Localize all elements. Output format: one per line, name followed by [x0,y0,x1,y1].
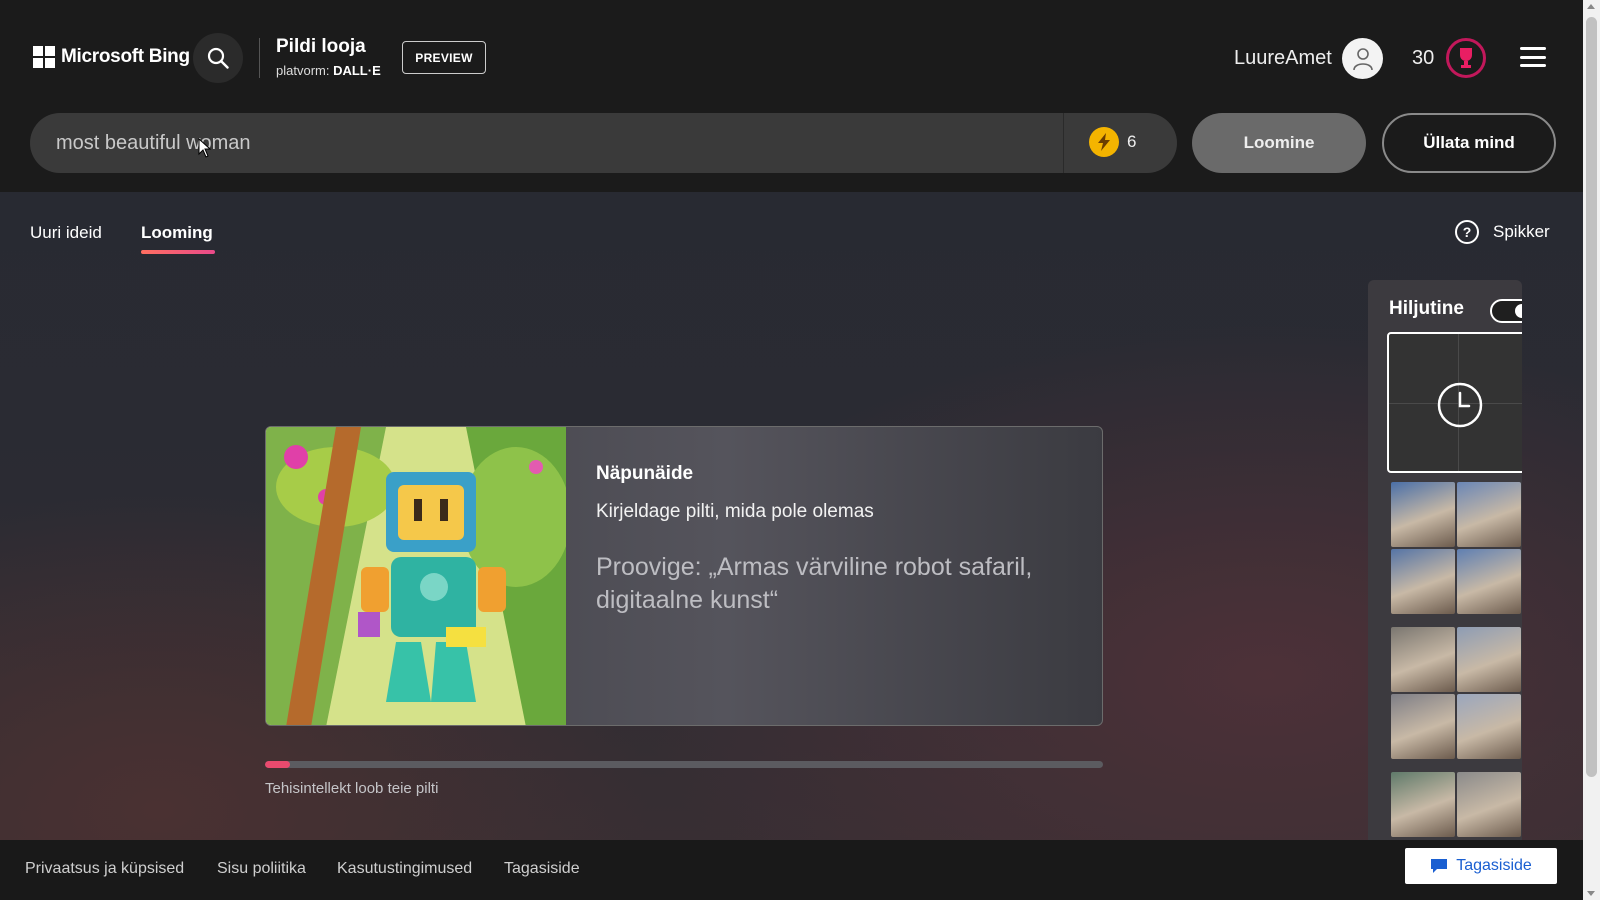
header-divider [259,38,260,78]
prompt-separator [1063,113,1064,173]
recent-creation-group[interactable] [1391,482,1522,614]
tip-card: Näpunäide Kirjeldage pilti, mida pole ol… [265,426,1103,726]
scroll-thumb[interactable] [1586,17,1597,777]
bing-logo[interactable]: Microsoft Bing [33,46,190,68]
user-avatar-icon [1352,47,1373,70]
scroll-up-arrow-icon[interactable] [1587,4,1595,9]
product-sub-prefix: platvorm: [276,63,330,78]
preview-badge[interactable]: PREVIEW [402,41,486,74]
lightning-icon [1089,127,1119,157]
help-label: Spikker [1493,222,1550,241]
recent-thumbnail[interactable] [1457,772,1521,837]
recent-thumbnail[interactable] [1391,482,1455,547]
footer: Privaatsus ja küpsised Sisu poliitika Ka… [0,840,1583,900]
app-viewport: Microsoft Bing Pildi looja platvorm: DAL… [0,0,1583,900]
boost-count: 6 [1127,132,1137,151]
scroll-down-arrow-icon[interactable] [1587,891,1595,896]
recent-thumbnail[interactable] [1391,627,1455,692]
recent-title: Hiljutine [1389,298,1464,319]
chat-icon [1431,859,1448,873]
tip-title: Näpunäide [596,463,694,484]
trophy-icon [1460,48,1472,68]
surprise-me-button[interactable]: Üllata mind [1382,113,1556,173]
tip-text: Kirjeldage pilti, mida pole olemas [596,501,874,522]
generation-progress-bar [265,761,1103,768]
mouse-cursor-icon [198,138,212,158]
tip-content: Näpunäide Kirjeldage pilti, mida pole ol… [596,463,1066,617]
tip-example: Proovige: „Armas värviline robot safaril… [596,553,1033,614]
recent-thumbnail[interactable] [1391,694,1455,759]
product-title-block: Pildi looja platvorm: DALL·E [276,36,381,78]
recent-creation-group[interactable] [1391,772,1522,837]
question-circle-icon: ? [1455,220,1479,244]
footer-link-content-policy[interactable]: Sisu poliitika [217,860,306,878]
pending-creation-tile[interactable] [1387,332,1522,473]
footer-link-privacy[interactable]: Privaatsus ja küpsised [25,860,184,878]
clock-icon [1437,382,1483,428]
rewards-badge[interactable] [1446,38,1486,78]
recent-thumbnail[interactable] [1457,694,1521,759]
avatar[interactable] [1342,38,1383,79]
product-subtitle: platvorm: DALL·E [276,63,381,78]
feedback-button[interactable]: Tagasiside [1405,848,1557,884]
hamburger-menu-icon[interactable] [1520,47,1546,67]
progress-label: Tehisintellekt loob teie pilti [265,780,439,797]
feedback-button-label: Tagasiside [1456,857,1532,874]
tab-creations[interactable]: Looming [141,223,213,243]
boost-indicator[interactable]: 6 [1089,127,1136,157]
recent-thumbnail[interactable] [1457,482,1521,547]
active-tab-underline [141,250,215,254]
recent-thumbnail[interactable] [1457,549,1521,614]
recent-thumbnail[interactable] [1391,549,1455,614]
recent-thumbnail[interactable] [1457,627,1521,692]
footer-link-terms[interactable]: Kasutustingimused [337,860,472,878]
rewards-points[interactable]: 30 [1412,47,1434,70]
recent-panel: Hiljutine [1368,280,1522,840]
header: Microsoft Bing Pildi looja platvorm: DAL… [0,0,1583,192]
tab-explore-ideas[interactable]: Uuri ideid [30,223,102,243]
brand-name: Microsoft Bing [61,46,190,67]
recent-toggle[interactable] [1490,299,1522,323]
recent-creation-group[interactable] [1391,627,1522,759]
user-name[interactable]: LuureAmet [1234,47,1332,70]
progress-fill [265,761,291,768]
windows-logo-icon [33,46,55,68]
search-button[interactable] [193,33,243,83]
search-icon [207,47,229,69]
footer-link-feedback[interactable]: Tagasiside [504,860,580,878]
toggle-knob [1515,304,1522,318]
help-link[interactable]: ? Spikker [1455,220,1550,244]
create-button[interactable]: Loomine [1192,113,1366,173]
product-title: Pildi looja [276,36,366,57]
page-scrollbar[interactable] [1583,0,1600,900]
product-sub-model: DALL·E [333,63,381,78]
recent-thumbnail[interactable] [1391,772,1455,837]
robot-illustration [266,427,566,725]
